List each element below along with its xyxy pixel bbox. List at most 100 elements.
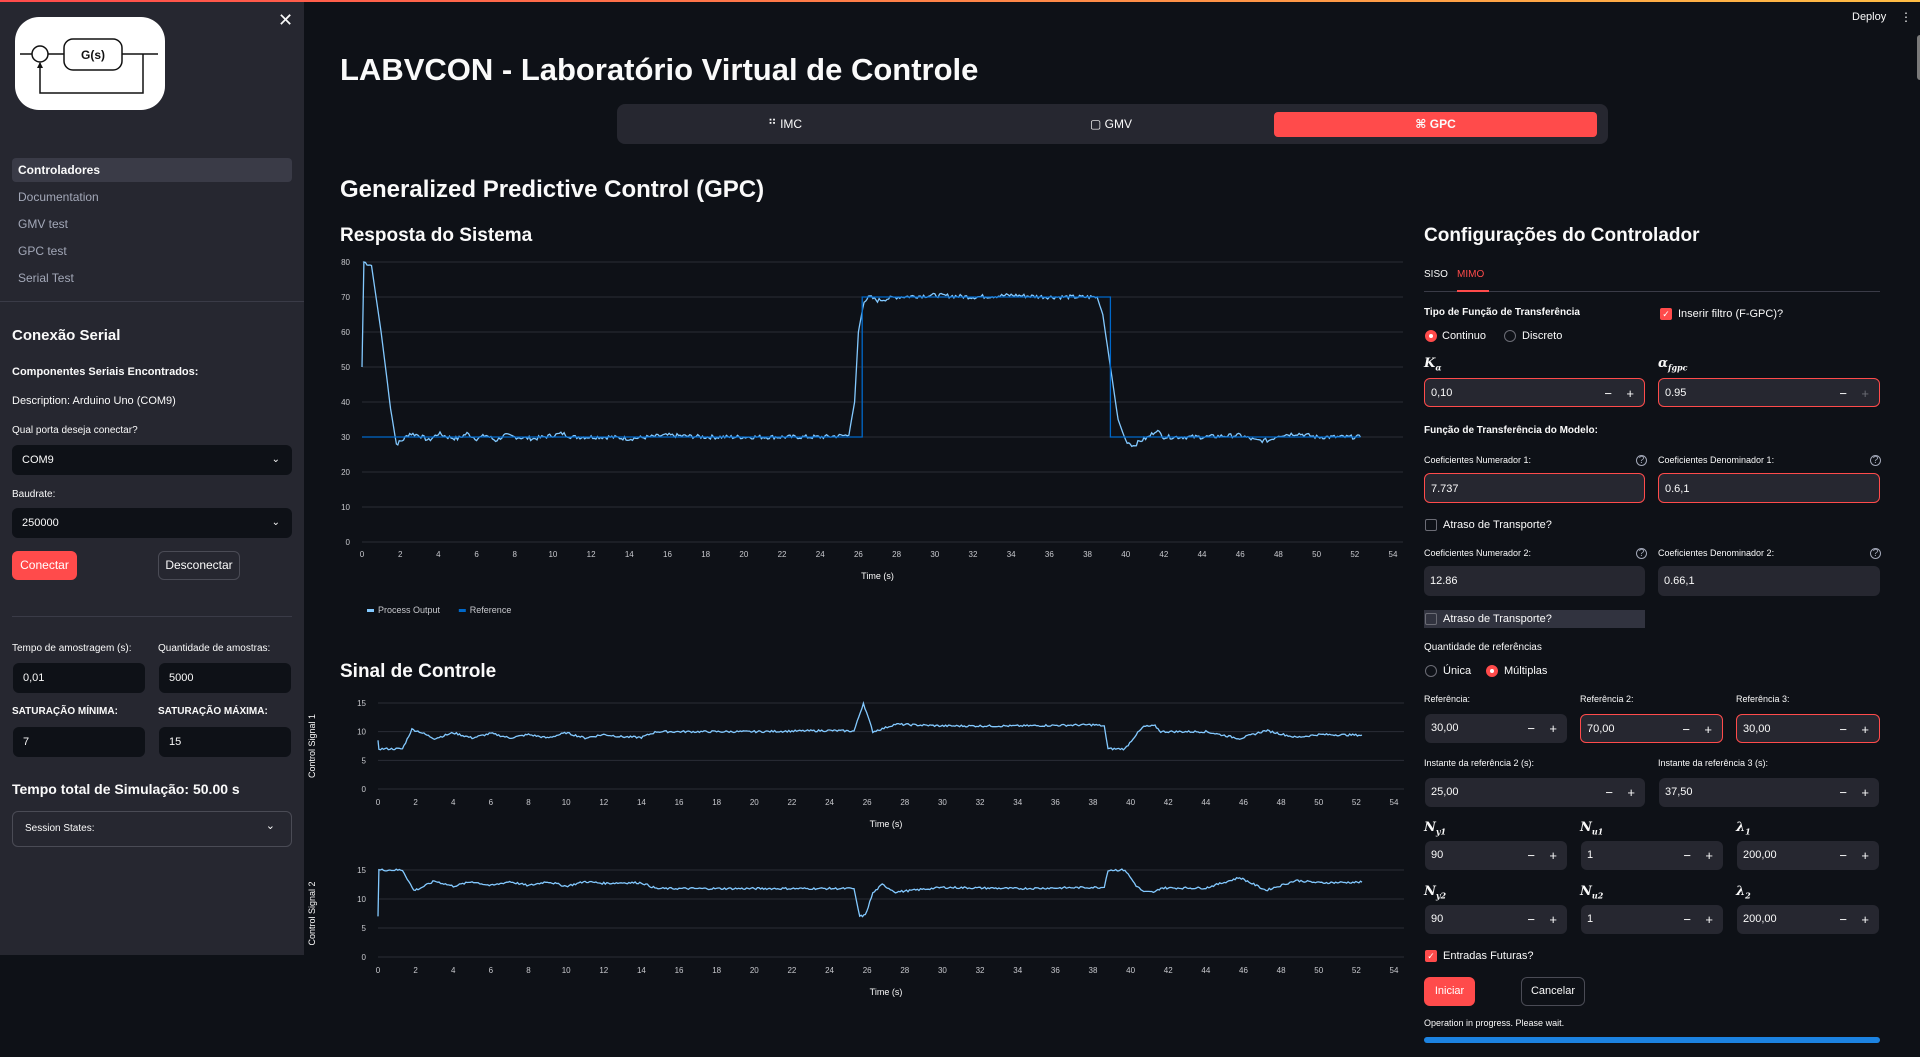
increment-button[interactable]: +	[1861, 778, 1869, 807]
sidebar-item-documentation[interactable]: Documentation	[12, 185, 292, 209]
increment-button[interactable]: +	[1861, 715, 1869, 744]
decrement-button[interactable]: −	[1604, 379, 1612, 408]
decrement-button[interactable]: −	[1527, 714, 1535, 743]
x-tick-label: 12	[599, 966, 608, 975]
series-control-signal-2-line	[377, 868, 1363, 918]
legend-swatch	[458, 609, 466, 612]
ref3-input[interactable]: 30,00 − +	[1736, 714, 1880, 743]
port-select[interactable]: COM9 ⌄	[12, 445, 292, 475]
nu2-input[interactable]: 1 − +	[1581, 905, 1723, 934]
sidebar-item-controladores[interactable]: Controladores	[12, 158, 292, 182]
decrement-button[interactable]: −	[1839, 778, 1847, 807]
x-tick-label: 22	[787, 798, 796, 807]
subtab-mimo[interactable]: MIMO	[1457, 269, 1484, 280]
increment-button[interactable]: +	[1549, 841, 1557, 870]
samples-input[interactable]: 5000	[159, 663, 291, 693]
ny1-input[interactable]: 90 − +	[1425, 841, 1567, 870]
close-sidebar-icon[interactable]: ✕	[278, 10, 293, 31]
increment-button[interactable]: +	[1704, 715, 1712, 744]
delay2-row[interactable]: Atraso de Transporte?	[1424, 610, 1645, 628]
radio-unica[interactable]	[1425, 665, 1437, 677]
sidebar-item-gmv-test[interactable]: GMV test	[12, 212, 292, 236]
y-axis-label: Control Signal 1	[307, 714, 317, 778]
decrement-button[interactable]: −	[1605, 778, 1613, 807]
help-icon[interactable]: ?	[1870, 455, 1881, 466]
increment-button[interactable]: +	[1549, 714, 1557, 743]
decrement-button[interactable]: −	[1839, 715, 1847, 744]
help-icon[interactable]: ?	[1870, 548, 1881, 559]
tab-gpc[interactable]: ⌘ GPC	[1274, 112, 1597, 137]
decrement-button[interactable]: −	[1839, 905, 1847, 934]
session-states-expander[interactable]: Session States: ⌄	[12, 811, 292, 847]
increment-button[interactable]: +	[1705, 841, 1713, 870]
delay2-checkbox[interactable]	[1425, 613, 1437, 625]
delay1-checkbox[interactable]	[1425, 519, 1437, 531]
port-label: Qual porta deseja conectar?	[12, 425, 138, 436]
increment-button[interactable]: +	[1705, 905, 1713, 934]
connect-button[interactable]: Conectar	[12, 551, 77, 580]
radio-continuo-label: Continuo	[1442, 330, 1487, 342]
status-text: Operation in progress. Please wait.	[1424, 1018, 1565, 1028]
sidebar-item-serial-test[interactable]: Serial Test	[12, 266, 292, 290]
radio-discreto[interactable]	[1504, 330, 1516, 342]
x-tick-label: 30	[930, 550, 939, 559]
alpha-fgpc-input[interactable]: 0.95 − +	[1658, 378, 1880, 407]
ref2-input[interactable]: 70,00 − +	[1580, 714, 1723, 743]
x-tick-label: 4	[451, 798, 456, 807]
future-inputs-label: Entradas Futuras?	[1443, 950, 1534, 962]
lambda1-input[interactable]: 200,00 − +	[1737, 841, 1879, 870]
decrement-button[interactable]: −	[1683, 841, 1691, 870]
t3-input[interactable]: 37,50 − +	[1659, 778, 1879, 807]
den2-input[interactable]: 0.66,1	[1658, 566, 1880, 596]
future-inputs-checkbox[interactable]: ✓	[1425, 950, 1437, 962]
x-tick-label: 2	[413, 798, 418, 807]
decrement-button[interactable]: −	[1682, 715, 1690, 744]
start-button[interactable]: Iniciar	[1424, 977, 1475, 1006]
ref1-input[interactable]: 30,00 − +	[1425, 714, 1567, 743]
disconnect-button[interactable]: Desconectar	[158, 551, 240, 580]
alpha-symbol: α	[1658, 356, 1669, 371]
decrement-button[interactable]: −	[1527, 905, 1535, 934]
increment-button[interactable]: +	[1627, 778, 1635, 807]
deploy-button[interactable]: Deploy	[1852, 11, 1886, 23]
more-options-icon[interactable]: ⋮	[1900, 10, 1912, 24]
sat-min-input[interactable]: 7	[13, 727, 145, 757]
x-tick-label: 38	[1089, 966, 1098, 975]
den1-input[interactable]: 0.6,1	[1658, 473, 1880, 503]
num2-input[interactable]: 12.86	[1424, 566, 1645, 596]
baudrate-select[interactable]: 250000 ⌄	[12, 508, 292, 538]
increment-button[interactable]: +	[1549, 905, 1557, 934]
increment-button[interactable]: +	[1861, 905, 1869, 934]
help-icon[interactable]: ?	[1636, 455, 1647, 466]
tab-gmv[interactable]: ▢ GMV	[951, 112, 1271, 137]
subtab-siso[interactable]: SISO	[1424, 269, 1448, 280]
x-tick-label: 40	[1121, 550, 1130, 559]
increment-button[interactable]: +	[1861, 379, 1869, 408]
decrement-button[interactable]: −	[1527, 841, 1535, 870]
cancel-button[interactable]: Cancelar	[1521, 977, 1585, 1006]
decrement-button[interactable]: −	[1839, 379, 1847, 408]
sampling-time-input[interactable]: 0,01	[13, 663, 145, 693]
k-alpha-label: Kα	[1424, 356, 1441, 373]
decrement-button[interactable]: −	[1839, 841, 1847, 870]
num1-input[interactable]: 7.737	[1424, 473, 1645, 503]
x-tick-label: 52	[1352, 966, 1361, 975]
decrement-button[interactable]: −	[1683, 905, 1691, 934]
tab-gpc-label: GPC	[1429, 117, 1456, 131]
filter-checkbox[interactable]: ✓	[1660, 308, 1672, 320]
k-alpha-input[interactable]: 0,10 − +	[1424, 378, 1645, 407]
y-tick-label: 0	[362, 785, 367, 794]
help-icon[interactable]: ?	[1636, 548, 1647, 559]
tab-imc[interactable]: ⠛ IMC	[625, 112, 945, 137]
sidebar-item-gpc-test[interactable]: GPC test	[12, 239, 292, 263]
lambda2-input[interactable]: 200,00 − +	[1737, 905, 1879, 934]
radio-continuo[interactable]	[1425, 330, 1437, 342]
radio-multiplas[interactable]	[1486, 665, 1498, 677]
increment-button[interactable]: +	[1861, 841, 1869, 870]
nu1-input[interactable]: 1 − +	[1581, 841, 1723, 870]
increment-button[interactable]: +	[1626, 379, 1634, 408]
sat-max-input[interactable]: 15	[159, 727, 291, 757]
t2-input[interactable]: 25,00 − +	[1425, 778, 1645, 807]
x-tick-label: 16	[675, 966, 684, 975]
ny2-input[interactable]: 90 − +	[1425, 905, 1567, 934]
